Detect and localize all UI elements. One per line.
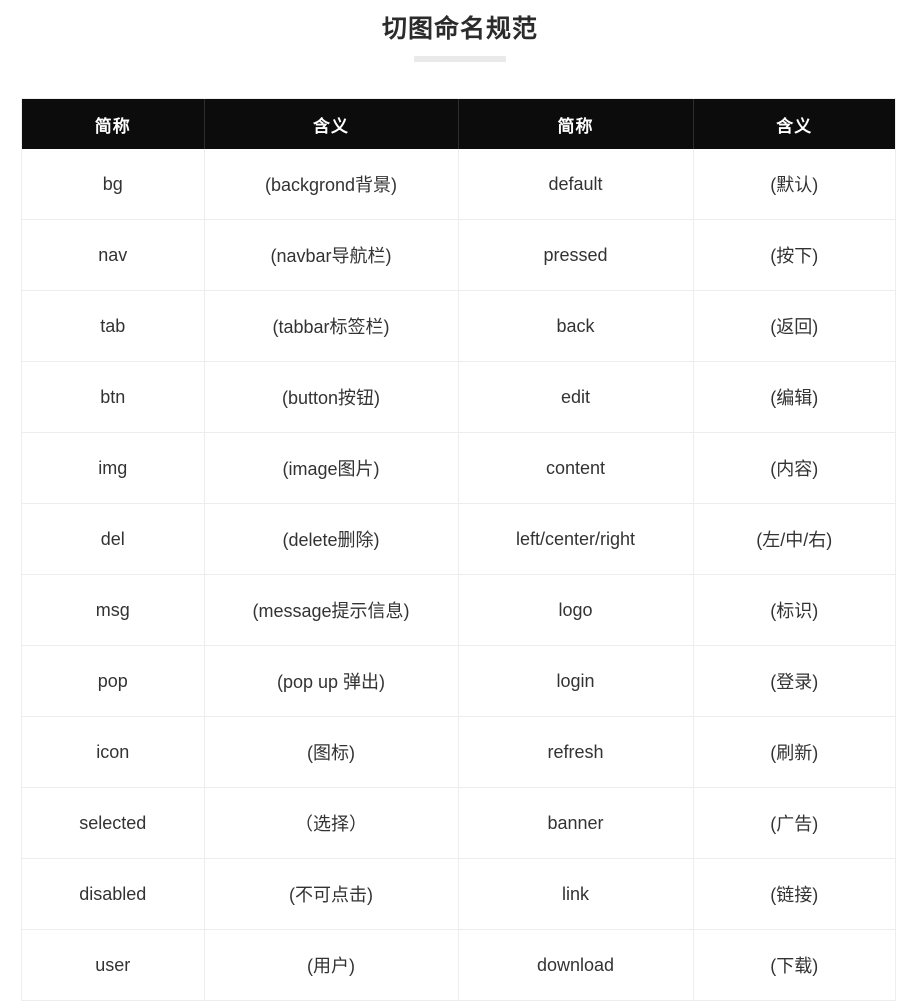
cell-meaning-right: (标识) xyxy=(693,574,895,646)
table-body: bg (backgrond背景) default (默认) nav (navba… xyxy=(22,149,895,1000)
cell-abbreviation-left: msg xyxy=(22,574,205,646)
cell-meaning-right: (左/中/右) xyxy=(693,503,895,575)
cell-meaning-left: (tabbar标签栏) xyxy=(204,290,459,362)
cell-meaning-right: (编辑) xyxy=(693,361,895,433)
cell-abbreviation-right: back xyxy=(458,290,694,362)
cell-meaning-left: (button按钮) xyxy=(204,361,459,433)
cell-meaning-left: (navbar导航栏) xyxy=(204,219,459,291)
cell-abbreviation-left: tab xyxy=(22,290,205,362)
cell-meaning-left: (用户) xyxy=(204,929,459,1000)
title-underline-divider xyxy=(414,56,506,62)
cell-meaning-left: (image图片) xyxy=(204,432,459,504)
table-row: selected （选择） banner (广告) xyxy=(22,787,895,859)
cell-abbreviation-left: bg xyxy=(22,149,205,220)
cell-abbreviation-right: refresh xyxy=(458,716,694,788)
cell-meaning-right: (返回) xyxy=(693,290,895,362)
table-row: nav (navbar导航栏) pressed (按下) xyxy=(22,219,895,291)
cell-meaning-left: (delete删除) xyxy=(204,503,459,575)
cell-abbreviation-left: btn xyxy=(22,361,205,433)
table-row: pop (pop up 弹出) login (登录) xyxy=(22,645,895,717)
cell-abbreviation-left: icon xyxy=(22,716,205,788)
cell-meaning-right: (刷新) xyxy=(693,716,895,788)
page-root: 切图命名规范 简称 含义 简称 含义 bg (backgrond背景) defa… xyxy=(0,0,920,1003)
table-row: del (delete删除) left/center/right (左/中/右) xyxy=(22,503,895,575)
cell-abbreviation-right: left/center/right xyxy=(458,503,694,575)
cell-abbreviation-right: login xyxy=(458,645,694,717)
cell-meaning-right: (登录) xyxy=(693,645,895,717)
cell-abbreviation-right: default xyxy=(458,149,694,220)
cell-abbreviation-left: nav xyxy=(22,219,205,291)
cell-meaning-left: (pop up 弹出) xyxy=(204,645,459,717)
cell-meaning-left: (backgrond背景) xyxy=(204,149,459,220)
cell-abbreviation-right: banner xyxy=(458,787,694,859)
title-block: 切图命名规范 xyxy=(0,12,920,62)
cell-abbreviation-right: download xyxy=(458,929,694,1000)
column-header-meaning-left: 含义 xyxy=(204,99,459,149)
table-row: btn (button按钮) edit (编辑) xyxy=(22,361,895,433)
cell-abbreviation-right: logo xyxy=(458,574,694,646)
cell-abbreviation-left: disabled xyxy=(22,858,205,930)
cell-abbreviation-right: edit xyxy=(458,361,694,433)
page-title: 切图命名规范 xyxy=(381,15,538,43)
table-row: disabled (不可点击) link (链接) xyxy=(22,858,895,930)
cell-abbreviation-left: del xyxy=(22,503,205,575)
cell-meaning-left: (不可点击) xyxy=(204,858,459,930)
table-row: img (image图片) content (内容) xyxy=(22,432,895,504)
cell-meaning-right: (内容) xyxy=(693,432,895,504)
cell-meaning-left: (图标) xyxy=(204,716,459,788)
table-row: user (用户) download (下载) xyxy=(22,929,895,1000)
cell-abbreviation-left: pop xyxy=(22,645,205,717)
cell-abbreviation-left: user xyxy=(22,929,205,1000)
column-header-meaning-right: 含义 xyxy=(693,99,895,149)
cell-meaning-right: (按下) xyxy=(693,219,895,291)
column-header-abbreviation-left: 简称 xyxy=(22,99,205,149)
table-header-row: 简称 含义 简称 含义 xyxy=(22,99,895,149)
cell-meaning-left: (message提示信息) xyxy=(204,574,459,646)
cell-abbreviation-right: link xyxy=(458,858,694,930)
naming-convention-table: 简称 含义 简称 含义 bg (backgrond背景) default (默认… xyxy=(22,99,895,1000)
cell-abbreviation-right: pressed xyxy=(458,219,694,291)
naming-convention-table-container: 简称 含义 简称 含义 bg (backgrond背景) default (默认… xyxy=(22,99,895,1000)
cell-meaning-right: (广告) xyxy=(693,787,895,859)
cell-meaning-right: (默认) xyxy=(693,149,895,220)
table-row: bg (backgrond背景) default (默认) xyxy=(22,149,895,220)
cell-abbreviation-right: content xyxy=(458,432,694,504)
cell-meaning-right: (下载) xyxy=(693,929,895,1000)
table-row: icon (图标) refresh (刷新) xyxy=(22,716,895,788)
cell-meaning-right: (链接) xyxy=(693,858,895,930)
cell-abbreviation-left: img xyxy=(22,432,205,504)
table-row: msg (message提示信息) logo (标识) xyxy=(22,574,895,646)
column-header-abbreviation-right: 简称 xyxy=(458,99,694,149)
cell-meaning-left: （选择） xyxy=(204,787,459,859)
cell-abbreviation-left: selected xyxy=(22,787,205,859)
table-header: 简称 含义 简称 含义 xyxy=(22,99,895,149)
table-row: tab (tabbar标签栏) back (返回) xyxy=(22,290,895,362)
